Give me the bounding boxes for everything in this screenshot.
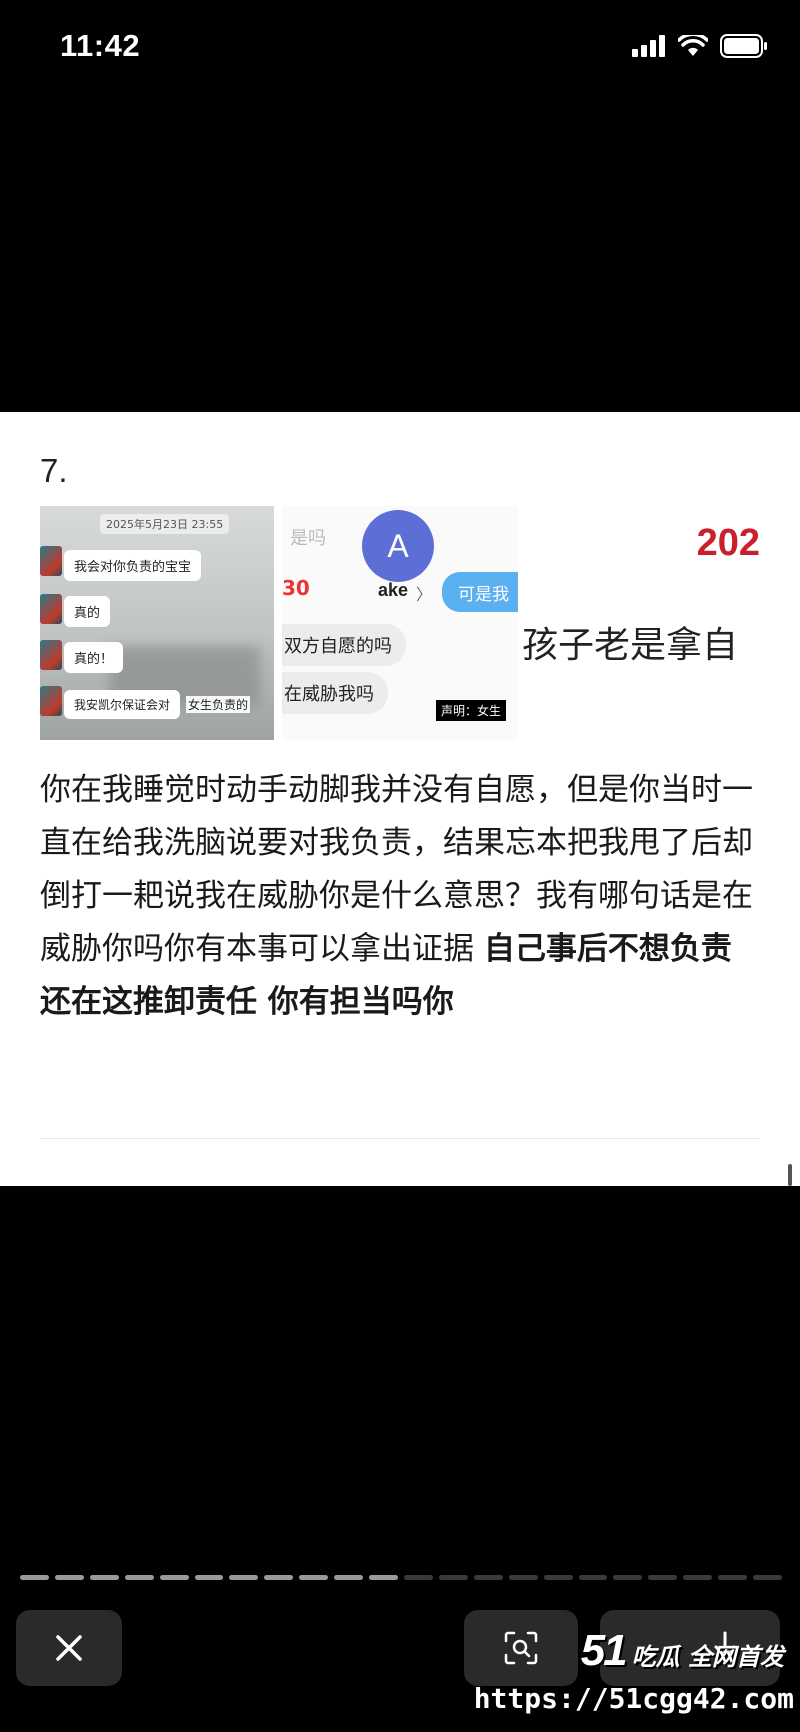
progress-segment	[613, 1575, 643, 1580]
progress-segment	[299, 1575, 329, 1580]
red-number: 30	[282, 576, 310, 600]
chat-screenshot-panel: 2025年5月23日 23:55 我会对你负责的宝宝 真的 真的！ 我安凯尔保证…	[40, 506, 274, 740]
chat-bubble: 真的	[64, 596, 111, 627]
status-bar: 11:42	[0, 0, 800, 100]
progress-segment	[438, 1575, 468, 1580]
faded-text: 是吗	[290, 528, 326, 549]
chat-bubble: 我安凯尔保证会对	[64, 690, 181, 719]
item-number: 7.	[40, 452, 68, 489]
avatar	[40, 640, 62, 670]
embedded-screenshot-strip[interactable]: 2025年5月23日 23:55 我会对你负责的宝宝 真的 真的！ 我安凯尔保证…	[40, 506, 760, 740]
progress-segment	[20, 1575, 49, 1580]
progress-segment	[229, 1575, 259, 1580]
chat-date: 2025年5月23日 23:55	[100, 514, 230, 534]
contact-name: ake	[378, 580, 409, 600]
progress-segment	[264, 1575, 294, 1580]
battery-icon	[720, 34, 767, 58]
progress-segment	[753, 1575, 782, 1580]
headline-text: 孩子老是拿自	[522, 625, 739, 666]
progress-segment	[683, 1575, 713, 1580]
progress-segment	[194, 1575, 224, 1580]
story-progress-bar	[20, 1575, 782, 1580]
red-year-text: 202	[696, 522, 760, 564]
status-time: 11:42	[60, 28, 141, 63]
progress-segment	[718, 1575, 748, 1580]
chat-bubble: 真的！	[64, 642, 124, 673]
divider	[40, 1138, 760, 1139]
progress-segment	[54, 1575, 84, 1580]
watermark-logo-number: 51	[580, 1626, 628, 1675]
news-screenshot-panel: 202 孩子老是拿自	[522, 506, 760, 740]
wifi-icon	[678, 35, 708, 56]
sent-bubble: 可是我	[442, 572, 518, 612]
progress-segment	[473, 1575, 503, 1580]
progress-segment	[159, 1575, 189, 1580]
avatar	[40, 546, 62, 576]
chevron-right-icon: 〉	[416, 585, 433, 604]
progress-segment	[369, 1575, 398, 1580]
progress-segment	[578, 1575, 608, 1580]
received-bubble: 在威胁我吗	[282, 672, 388, 714]
post-content-card: 7. 2025年5月23日 23:55 我会对你负责的宝宝 真的 真的！ 我安凯…	[0, 412, 800, 1186]
progress-segment	[334, 1575, 364, 1580]
status-icons	[632, 34, 768, 58]
chat-bubble: 我会对你负责的宝宝	[64, 550, 202, 581]
disclaimer-tag: 声明：女生	[436, 700, 507, 721]
watermark-url: https://51cgg42.com	[473, 1682, 794, 1715]
overlay-tag-label: 女生	[188, 698, 213, 712]
watermark-tagline: 吃瓜 全网首发	[631, 1643, 784, 1671]
scroll-indicator[interactable]	[788, 1164, 792, 1186]
progress-segment	[124, 1575, 154, 1580]
avatar	[40, 686, 62, 716]
progress-segment	[648, 1575, 678, 1580]
close-icon	[56, 1635, 82, 1661]
avatar	[40, 594, 62, 624]
received-bubble: 双方自愿的吗	[282, 624, 406, 666]
overlay-tag: 女生负责的	[186, 696, 251, 713]
overlay-tag-tail: 负责的	[212, 698, 249, 712]
progress-segment	[89, 1575, 119, 1580]
progress-segment	[508, 1575, 538, 1580]
progress-segment	[543, 1575, 573, 1580]
close-button[interactable]	[16, 1610, 122, 1686]
avatar: A	[362, 510, 434, 582]
post-paragraph: 你在我睡觉时动手动脚我并没有自愿，但是你当时一直在给我洗脑说要对我负责，结果忘本…	[40, 764, 760, 1029]
watermark-logo: 51 吃瓜 全网首发	[581, 1626, 784, 1676]
progress-segment	[403, 1575, 433, 1580]
site-watermark: 51 吃瓜 全网首发 https://51cgg42.com	[474, 1626, 794, 1726]
cellular-signal-icon	[632, 35, 665, 57]
